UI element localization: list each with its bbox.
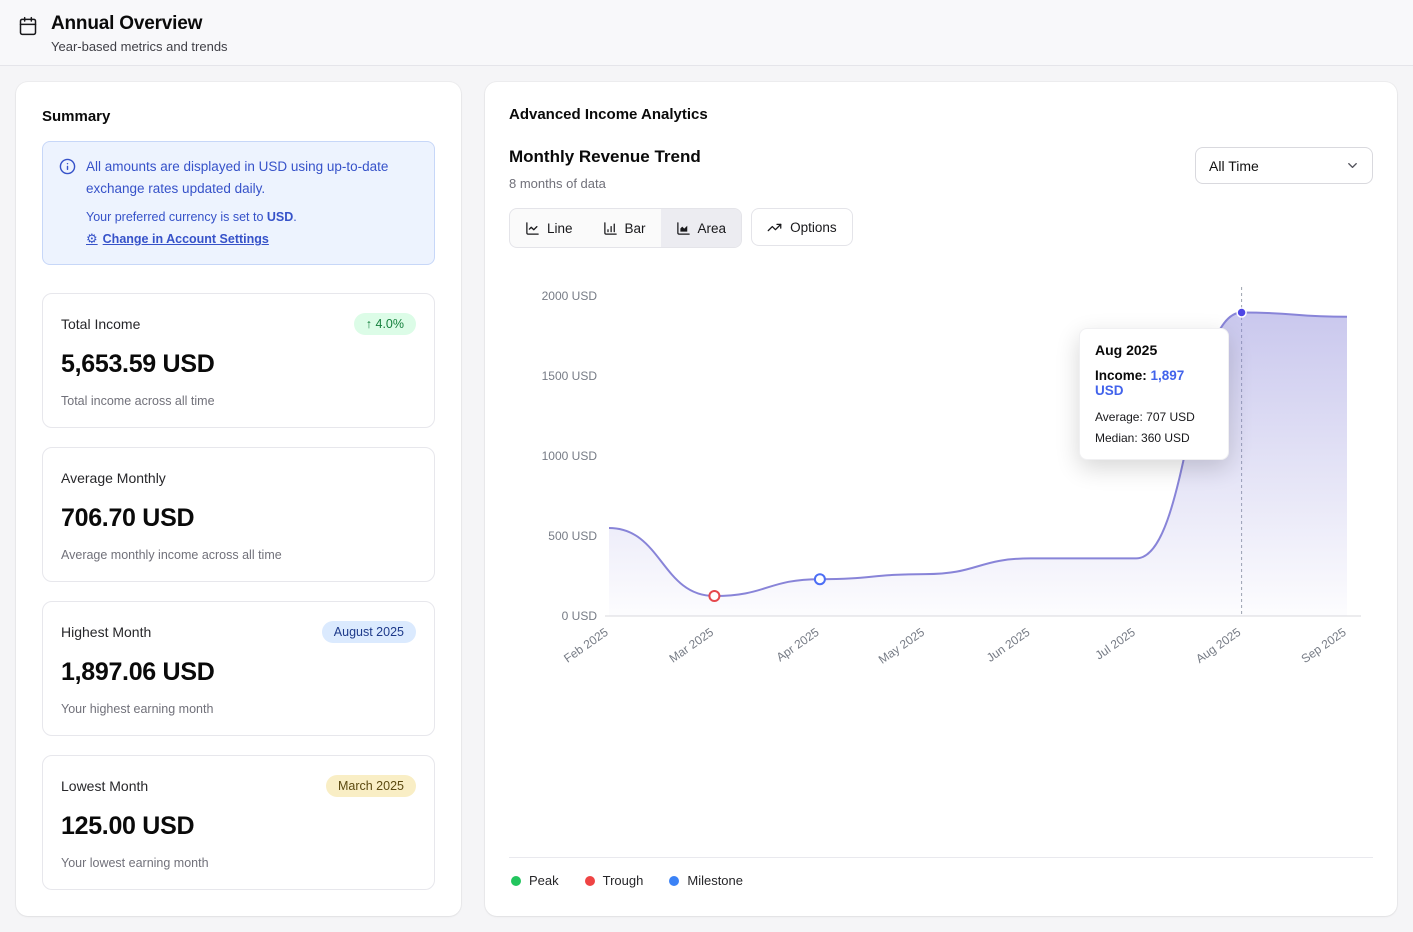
area-chart-canvas[interactable]: 0 USD 500 USD 1000 USD 1500 USD 2000 USD Feb …: [509, 276, 1371, 691]
analytics-heading: Advanced Income Analytics: [509, 106, 1373, 123]
growth-badge: ↑ 4.0%: [354, 313, 416, 335]
tab-line-label: Line: [547, 221, 573, 236]
summary-panel: Summary All amounts are displayed in USD…: [16, 82, 461, 916]
revenue-chart[interactable]: 0 USD 500 USD 1000 USD 1500 USD 2000 USD Feb …: [509, 276, 1373, 691]
change-settings-label: Change in Account Settings: [103, 232, 269, 246]
milestone-legend-dot: [669, 876, 679, 886]
tooltip-median: Median: 360 USD: [1095, 431, 1213, 445]
preferred-currency-text: Your preferred currency is set to USD.: [86, 210, 418, 224]
svg-text:Jun 2025: Jun 2025: [984, 625, 1033, 665]
page-header: Annual Overview Year-based metrics and t…: [0, 0, 1413, 66]
chart-tooltip: Aug 2025 Income: 1,897 USD Average: 707 …: [1079, 328, 1229, 460]
svg-text:Apr 2025: Apr 2025: [774, 625, 822, 665]
options-button[interactable]: Options: [751, 208, 853, 246]
annual-overview-page: Annual Overview Year-based metrics and t…: [0, 0, 1413, 932]
currency-info-box: All amounts are displayed in USD using u…: [42, 141, 435, 265]
metric-value: 706.70 USD: [61, 504, 416, 533]
calendar-icon: [18, 16, 38, 36]
metric-card-highest-month: Highest Month August 2025 1,897.06 USD Y…: [42, 601, 435, 736]
svg-text:Jul 2025: Jul 2025: [1093, 625, 1138, 663]
svg-text:500 USD: 500 USD: [548, 529, 597, 543]
svg-text:Sep 2025: Sep 2025: [1299, 625, 1349, 666]
legend-label: Milestone: [687, 873, 743, 888]
chevron-down-icon: [1345, 158, 1360, 173]
svg-text:Mar 2025: Mar 2025: [667, 625, 717, 666]
time-range-value: All Time: [1209, 158, 1259, 174]
metric-title: Lowest Month: [61, 778, 148, 794]
legend-label: Trough: [603, 873, 644, 888]
metric-value: 5,653.59 USD: [61, 350, 416, 379]
tooltip-income: Income: 1,897 USD: [1095, 368, 1213, 398]
lowest-month-badge: March 2025: [326, 775, 416, 797]
tooltip-month: Aug 2025: [1095, 342, 1213, 358]
trough-legend-dot: [585, 876, 595, 886]
svg-text:0 USD: 0 USD: [562, 609, 598, 623]
metric-title: Total Income: [61, 316, 140, 332]
chart-type-tabs: Line Bar Area: [509, 208, 742, 248]
chart-header: Monthly Revenue Trend 8 months of data A…: [509, 147, 1373, 191]
change-settings-link[interactable]: ⚙ Change in Account Settings: [86, 231, 269, 247]
highest-month-badge: August 2025: [322, 621, 416, 643]
tab-bar-label: Bar: [625, 221, 646, 236]
metric-card-total-income: Total Income ↑ 4.0% 5,653.59 USD Total i…: [42, 293, 435, 428]
time-range-select[interactable]: All Time: [1195, 147, 1373, 184]
chart-legend: Peak Trough Milestone: [509, 858, 1373, 892]
metric-value: 1,897.06 USD: [61, 658, 416, 687]
analytics-panel: Advanced Income Analytics Monthly Revenu…: [485, 82, 1397, 916]
tooltip-average: Average: 707 USD: [1095, 410, 1213, 424]
trending-up-icon: [767, 220, 782, 235]
page-subtitle: Year-based metrics and trends: [51, 39, 228, 54]
tab-line[interactable]: Line: [510, 209, 588, 247]
chart-toolbar: Line Bar Area Options: [509, 208, 1373, 248]
main-content: Summary All amounts are displayed in USD…: [0, 66, 1413, 932]
metric-card-lowest-month: Lowest Month March 2025 125.00 USD Your …: [42, 755, 435, 890]
preferred-currency-value: USD: [267, 210, 293, 224]
legend-item-trough: Trough: [585, 873, 644, 888]
options-button-label: Options: [790, 220, 837, 235]
metric-card-average-monthly: Average Monthly 706.70 USD Average month…: [42, 447, 435, 582]
info-message: All amounts are displayed in USD using u…: [86, 156, 418, 199]
svg-text:1500 USD: 1500 USD: [542, 369, 598, 383]
gear-icon: ⚙: [86, 231, 98, 247]
info-icon: [59, 158, 76, 248]
metric-title: Average Monthly: [61, 470, 166, 486]
legend-item-peak: Peak: [511, 873, 559, 888]
tab-area[interactable]: Area: [661, 209, 742, 247]
arrow-up-icon: ↑: [366, 317, 372, 331]
preferred-currency-suffix: .: [293, 210, 296, 224]
metric-subtitle: Average monthly income across all time: [61, 548, 416, 562]
svg-text:1000 USD: 1000 USD: [542, 449, 598, 463]
line-chart-icon: [525, 221, 540, 236]
preferred-currency-prefix: Your preferred currency is set to: [86, 210, 267, 224]
tab-area-label: Area: [698, 221, 727, 236]
chart-title: Monthly Revenue Trend: [509, 147, 701, 167]
page-title: Annual Overview: [51, 13, 228, 35]
svg-text:2000 USD: 2000 USD: [542, 289, 598, 303]
summary-heading: Summary: [42, 108, 435, 125]
metric-subtitle: Total income across all time: [61, 394, 416, 408]
tooltip-income-label: Income:: [1095, 368, 1147, 383]
metric-subtitle: Your lowest earning month: [61, 856, 416, 870]
legend-item-milestone: Milestone: [669, 873, 743, 888]
chart-subtitle: 8 months of data: [509, 176, 701, 191]
metric-title: Highest Month: [61, 624, 151, 640]
peak-legend-dot: [511, 876, 521, 886]
growth-badge-label: 4.0%: [376, 317, 405, 331]
metric-value: 125.00 USD: [61, 812, 416, 841]
area-chart-icon: [676, 221, 691, 236]
bar-chart-icon: [603, 221, 618, 236]
chart-legend-block: Peak Trough Milestone: [509, 857, 1373, 892]
metric-subtitle: Your highest earning month: [61, 702, 416, 716]
svg-text:Feb 2025: Feb 2025: [561, 625, 611, 666]
svg-text:May 2025: May 2025: [876, 625, 927, 667]
svg-text:Aug 2025: Aug 2025: [1193, 625, 1243, 666]
tab-bar[interactable]: Bar: [588, 209, 661, 247]
legend-label: Peak: [529, 873, 559, 888]
